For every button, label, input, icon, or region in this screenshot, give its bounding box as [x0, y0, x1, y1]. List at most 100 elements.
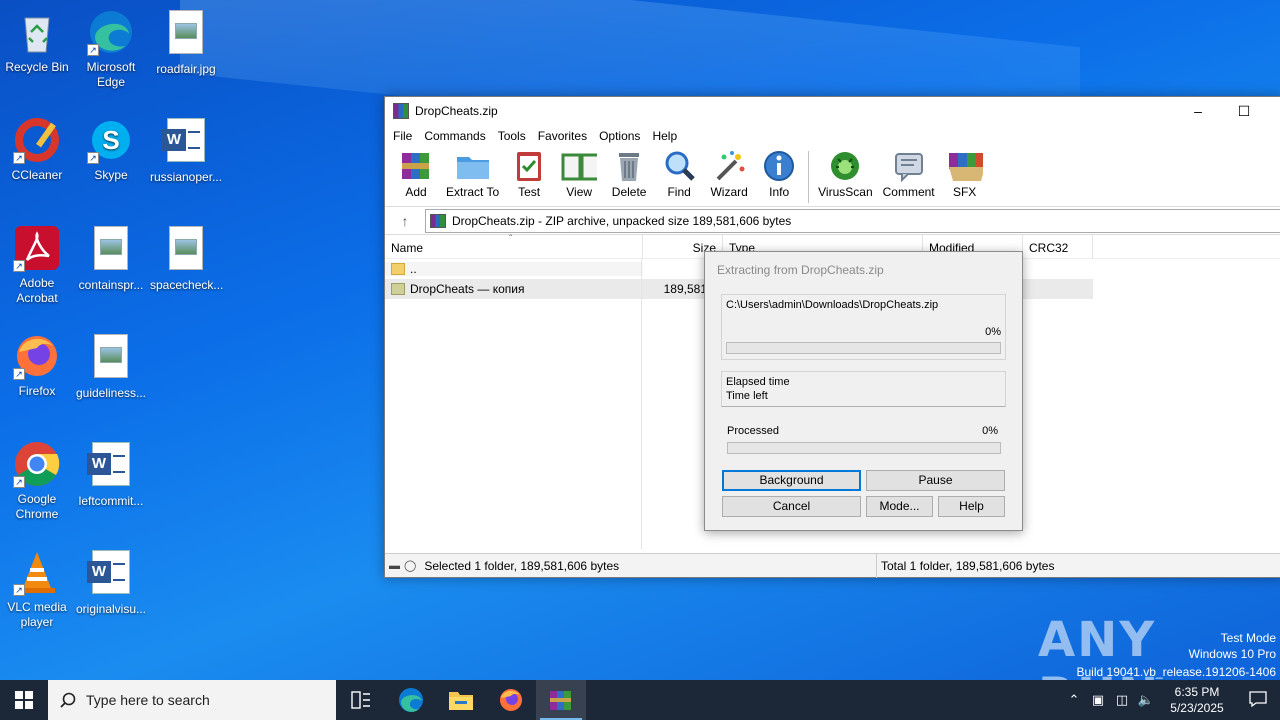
wizard-button[interactable]: Wizard: [704, 147, 754, 201]
cancel-button[interactable]: Cancel: [722, 496, 861, 517]
add-label: Add: [405, 185, 427, 199]
menu-tools[interactable]: Tools: [492, 129, 532, 143]
column-crc32-label: CRC32: [1029, 240, 1069, 255]
desktop-icon-spacecheck[interactable]: spacecheck...: [150, 224, 223, 293]
taskbar-file-explorer[interactable]: [436, 680, 486, 720]
add-archive-icon: [398, 149, 434, 183]
taskbar-edge[interactable]: [386, 680, 436, 720]
image-file-icon: [162, 10, 210, 58]
archive-path-field[interactable]: DropCheats.zip - ZIP archive, unpacked s…: [425, 208, 1280, 233]
desktop-icon-vlc[interactable]: ↗ VLC media player: [1, 548, 73, 630]
column-name[interactable]: Name ˆ: [385, 234, 643, 259]
help-button[interactable]: Help: [938, 496, 1005, 517]
menu-options[interactable]: Options: [593, 129, 646, 143]
menu-help[interactable]: Help: [646, 129, 683, 143]
comment-button[interactable]: Comment: [878, 147, 940, 201]
test-button[interactable]: Test: [504, 147, 554, 201]
drive-icon: ▬: [389, 559, 400, 572]
taskbar-firefox[interactable]: [486, 680, 536, 720]
desktop-icon-recycle-bin[interactable]: Recycle Bin: [1, 8, 73, 75]
folder-icon: [391, 283, 405, 295]
status-bar: ▬ ◯ Selected 1 folder, 189,581,606 bytes…: [385, 553, 1280, 578]
clock[interactable]: 6:35 PM 5/23/2025: [1158, 684, 1236, 716]
virusscan-button[interactable]: VirusScan: [813, 147, 877, 201]
winrar-icon: [550, 691, 571, 710]
folder-icon: [449, 692, 473, 710]
extract-to-button[interactable]: Extract To: [441, 147, 504, 201]
delete-button[interactable]: Delete: [604, 147, 654, 201]
firefox-icon: [500, 689, 522, 711]
find-label: Find: [667, 185, 691, 199]
search-placeholder: Type here to search: [86, 692, 210, 708]
maximize-button[interactable]: ☐: [1221, 97, 1267, 125]
comment-label: Comment: [882, 185, 935, 199]
task-view-icon: [351, 691, 370, 709]
virus-bug-icon: [827, 149, 863, 183]
desktop-icon-containspr[interactable]: containspr...: [75, 224, 147, 293]
recycle-bin-icon: [13, 8, 61, 56]
desktop-icon-leftcommit[interactable]: W leftcommit...: [75, 440, 147, 509]
row-name: ..: [410, 262, 417, 276]
folder-extract-icon: [455, 149, 491, 183]
desktop-icon-google-chrome[interactable]: ↗ Google Chrome: [1, 440, 73, 522]
menu-favorites[interactable]: Favorites: [532, 129, 593, 143]
desktop-icon-label: CCleaner: [11, 168, 63, 182]
desktop-icon-roadfair[interactable]: roadfair.jpg: [150, 8, 222, 77]
system-tray: ⌃ ▣ ◫ 🔈 6:35 PM 5/23/2025: [1062, 680, 1280, 720]
info-button[interactable]: Info: [754, 147, 804, 201]
background-button[interactable]: Background: [722, 470, 861, 491]
taskbar-search-box[interactable]: Type here to search: [48, 680, 336, 720]
sfx-button[interactable]: SFX: [940, 147, 990, 201]
processed-progress-bar: [727, 442, 1001, 454]
desktop-icon-adobe-acrobat[interactable]: ↗ Adobe Acrobat: [1, 224, 73, 306]
pause-button[interactable]: Pause: [866, 470, 1005, 491]
file-percent: 0%: [985, 326, 1001, 338]
desktop-icon-ccleaner[interactable]: ↗ CCleaner: [1, 116, 73, 183]
chevron-up-icon[interactable]: ⌃: [1062, 692, 1086, 708]
minimize-button[interactable]: –: [1175, 97, 1221, 125]
desktop-icon-guideliness[interactable]: guideliness...: [75, 332, 147, 401]
ccleaner-icon: ↗: [13, 116, 61, 164]
column-crc32[interactable]: CRC32: [1023, 234, 1093, 259]
desktop-icon-originalvisu[interactable]: W originalvisu...: [75, 548, 147, 617]
start-button[interactable]: [0, 680, 48, 720]
desktop-icon-microsoft-edge[interactable]: ↗ Microsoft Edge: [75, 8, 147, 90]
volume-icon[interactable]: 🔈: [1134, 692, 1158, 708]
status-selected: Selected 1 folder, 189,581,606 bytes: [424, 558, 620, 573]
desktop-icon-skype[interactable]: S ↗ Skype: [75, 116, 147, 183]
desktop-icon-label: Google Chrome: [15, 492, 59, 521]
meet-now-icon[interactable]: ▣: [1086, 692, 1110, 708]
menu-commands[interactable]: Commands: [418, 129, 491, 143]
title-bar[interactable]: DropCheats.zip – ☐: [385, 97, 1280, 125]
task-view-button[interactable]: [336, 680, 386, 720]
test-mode-text: Test Mode: [1220, 631, 1276, 645]
find-button[interactable]: Find: [654, 147, 704, 201]
image-file-icon: [162, 226, 210, 274]
info-label: Info: [769, 185, 790, 199]
skype-icon: S ↗: [87, 116, 135, 164]
desktop-icon-label: roadfair.jpg: [156, 62, 216, 76]
clock-time: 6:35 PM: [1174, 685, 1220, 699]
menu-file[interactable]: File: [387, 129, 418, 143]
desktop-icon-label: Recycle Bin: [5, 60, 69, 74]
add-button[interactable]: Add: [391, 147, 441, 201]
mode-button[interactable]: Mode...: [866, 496, 933, 517]
desktop-icon-firefox[interactable]: ↗ Firefox: [1, 332, 73, 399]
file-progress-bar: [726, 342, 1001, 354]
desktop-icon-russianoper[interactable]: W russianoper...: [150, 116, 222, 185]
delete-label: Delete: [611, 185, 647, 199]
taskbar-winrar[interactable]: [536, 680, 586, 720]
row-name: DropCheats — копия: [410, 282, 525, 296]
view-button[interactable]: View: [554, 147, 604, 201]
notification-center-icon[interactable]: [1236, 690, 1280, 710]
file-progress-group: C:\Users\admin\Downloads\DropCheats.zip …: [721, 294, 1006, 360]
address-bar: ↑ DropCheats.zip - ZIP archive, unpacked…: [385, 207, 1280, 235]
vlc-icon: ↗: [13, 548, 61, 596]
edge-icon: ↗: [87, 8, 135, 56]
desktop-icon-label: Firefox: [18, 384, 56, 398]
up-arrow-icon[interactable]: ↑: [385, 213, 425, 229]
chrome-icon: ↗: [13, 440, 61, 488]
info-icon: [761, 149, 797, 183]
winrar-app-icon: [393, 103, 409, 119]
network-icon[interactable]: ◫: [1110, 692, 1134, 708]
